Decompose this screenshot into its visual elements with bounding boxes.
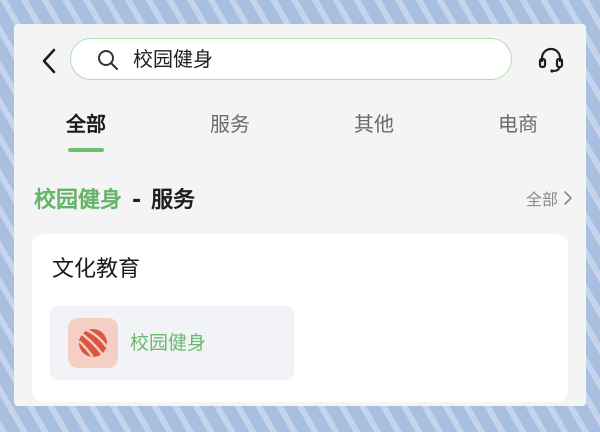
section-category: 服务: [151, 188, 196, 213]
result-item[interactable]: 校园健身: [50, 306, 294, 380]
section-keyword: 校园健身: [34, 188, 123, 213]
headset-icon: [538, 47, 564, 73]
search-results-panel: 校园健身 全部 服务 其他 电商 校园健身 - 服务 全部 文化教育 校园健身: [14, 24, 586, 406]
card-title: 文化教育: [52, 257, 141, 282]
search-input[interactable]: 校园健身: [70, 38, 512, 80]
tab-all[interactable]: 全部: [36, 108, 136, 152]
see-all-link[interactable]: 全部: [526, 189, 572, 211]
search-icon: [98, 50, 118, 70]
customer-service-button[interactable]: [536, 44, 566, 74]
tab-label: 全部: [66, 112, 106, 136]
back-button[interactable]: [38, 46, 60, 76]
tab-ecommerce[interactable]: 电商: [468, 108, 568, 140]
chevron-left-icon: [42, 48, 56, 74]
active-tab-indicator: [68, 148, 104, 152]
section-header: 校园健身 - 服务: [34, 182, 195, 214]
see-all-label: 全部: [525, 190, 558, 209]
search-query[interactable]: 校园健身: [133, 47, 213, 71]
section-separator: -: [132, 188, 142, 213]
app-name: 校园健身: [130, 332, 207, 354]
tab-label: 服务: [210, 112, 250, 136]
tab-bar: 全部 服务 其他 电商: [14, 108, 586, 158]
tab-services[interactable]: 服务: [180, 108, 280, 140]
tab-label: 其他: [354, 112, 394, 136]
app-icon: [68, 318, 118, 368]
tab-other[interactable]: 其他: [324, 108, 424, 140]
results-card: 文化教育 校园健身: [32, 234, 568, 402]
chevron-right-icon: [564, 189, 572, 211]
basketball-icon: [78, 328, 108, 358]
tab-label: 电商: [498, 112, 538, 136]
